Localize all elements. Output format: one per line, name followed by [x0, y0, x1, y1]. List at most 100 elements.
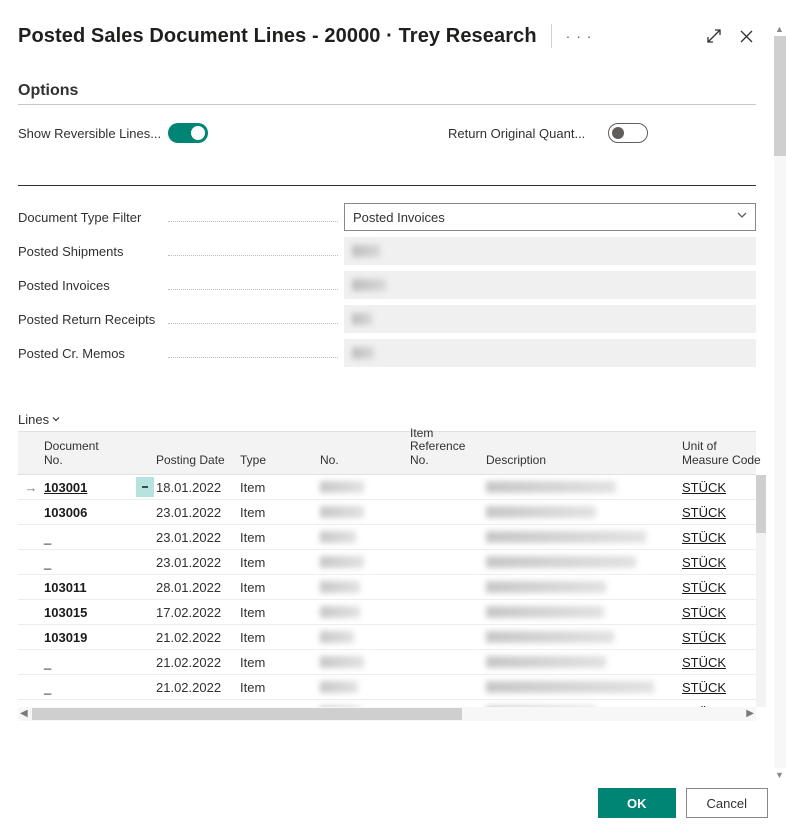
- doc-no-link: _: [44, 530, 51, 545]
- posting-date-cell: 23.01.2022: [156, 555, 240, 570]
- col-no[interactable]: No.: [320, 454, 410, 468]
- lines-grid: DocumentNo. Posting Date Type No. ItemRe…: [18, 431, 756, 721]
- col-type[interactable]: Type: [240, 454, 320, 468]
- table-row[interactable]: 103006 23.01.2022Item STÜCK: [18, 500, 756, 525]
- grid-header: DocumentNo. Posting Date Type No. ItemRe…: [18, 431, 756, 475]
- dotted-leader: [168, 357, 338, 358]
- ok-button[interactable]: OK: [598, 788, 676, 818]
- col-doc-no[interactable]: DocumentNo.: [44, 440, 134, 468]
- doc-no-link[interactable]: 103006: [44, 505, 87, 520]
- description-cell: [486, 581, 682, 593]
- no-cell: [320, 606, 410, 618]
- uom-link[interactable]: STÜCK: [682, 655, 726, 670]
- table-row[interactable]: 103019 21.02.2022Item STÜCK: [18, 625, 756, 650]
- table-row[interactable]: 10301517.02.2022ItemSTÜCK: [18, 600, 756, 625]
- doc-type-filter-label: Document Type Filter: [18, 210, 168, 225]
- row-actions-icon[interactable]: [136, 477, 154, 497]
- col-description[interactable]: Description: [486, 454, 682, 468]
- doc-no-link[interactable]: 103001: [44, 480, 87, 495]
- doc-type-filter-select[interactable]: Posted Invoices: [344, 203, 756, 231]
- table-row[interactable]: 10302325.02.2022ItemSTÜCK: [18, 700, 756, 707]
- scroll-right-icon[interactable]: ▶: [746, 708, 754, 719]
- table-row[interactable]: _23.01.2022ItemSTÜCK: [18, 525, 756, 550]
- type-cell: Item: [240, 580, 320, 595]
- uom-link[interactable]: STÜCK: [682, 680, 726, 695]
- type-cell: Item: [240, 530, 320, 545]
- chevron-down-icon: [736, 209, 748, 224]
- row-pointer-icon: →: [18, 480, 44, 495]
- page-scroll-thumb[interactable]: [774, 36, 786, 156]
- doc-no-link[interactable]: 103015: [44, 605, 87, 620]
- posting-date-cell: 23.01.2022: [156, 505, 240, 520]
- uom-link[interactable]: STÜCK: [682, 555, 726, 570]
- col-uom[interactable]: Unit ofMeasure Code: [682, 440, 766, 468]
- type-cell: Item: [240, 555, 320, 570]
- doc-no-link[interactable]: 103019: [44, 630, 87, 645]
- show-reversible-toggle[interactable]: [168, 123, 208, 143]
- dotted-leader: [168, 289, 338, 290]
- dotted-leader: [168, 323, 338, 324]
- expand-icon[interactable]: [704, 26, 724, 46]
- no-cell: [320, 681, 410, 693]
- no-cell: [320, 531, 410, 543]
- chevron-down-icon[interactable]: [51, 412, 61, 427]
- table-row[interactable]: _23.01.2022ItemSTÜCK: [18, 550, 756, 575]
- page-title: Posted Sales Document Lines - 20000 · Tr…: [18, 25, 537, 48]
- posting-date-cell: 18.01.2022: [156, 480, 240, 495]
- grid-v-thumb[interactable]: [756, 475, 766, 533]
- col-item-ref[interactable]: ItemReferenceNo.: [410, 427, 486, 468]
- uom-link[interactable]: STÜCK: [682, 530, 726, 545]
- scroll-down-icon[interactable]: ▼: [775, 770, 784, 780]
- grid-h-thumb[interactable]: [32, 708, 462, 720]
- col-posting-date[interactable]: Posting Date: [156, 454, 240, 468]
- description-cell: [486, 506, 682, 518]
- posting-date-cell: 21.02.2022: [156, 680, 240, 695]
- dotted-leader: [168, 221, 338, 222]
- posting-date-cell: 21.02.2022: [156, 630, 240, 645]
- posted-cr-value: [344, 339, 756, 367]
- no-cell: [320, 556, 410, 568]
- description-cell: [486, 531, 682, 543]
- table-row[interactable]: _ 21.02.2022Item STÜCK: [18, 675, 756, 700]
- title-separator: [551, 24, 552, 48]
- posted-return-value: [344, 305, 756, 333]
- no-cell: [320, 631, 410, 643]
- more-actions-icon[interactable]: · · ·: [566, 28, 593, 44]
- table-row[interactable]: →103001 18.01.2022Item STÜCK: [18, 475, 756, 500]
- uom-link[interactable]: STÜCK: [682, 580, 726, 595]
- uom-link[interactable]: STÜCK: [682, 605, 726, 620]
- type-cell: Item: [240, 680, 320, 695]
- scroll-up-icon[interactable]: ▲: [775, 24, 784, 34]
- uom-link[interactable]: STÜCK: [682, 630, 726, 645]
- description-cell: [486, 481, 682, 493]
- options-heading: Options: [18, 82, 756, 100]
- uom-link[interactable]: STÜCK: [682, 480, 726, 495]
- uom-link[interactable]: STÜCK: [682, 505, 726, 520]
- description-cell: [486, 656, 682, 668]
- close-icon[interactable]: [736, 26, 756, 46]
- page-scrollbar[interactable]: ▲ ▼: [774, 36, 786, 768]
- return-original-toggle[interactable]: [608, 123, 648, 143]
- cancel-button[interactable]: Cancel: [686, 788, 768, 818]
- show-reversible-label: Show Reversible Lines...: [18, 126, 168, 141]
- scroll-left-icon[interactable]: ◀: [20, 708, 28, 719]
- doc-no-link: _: [44, 680, 51, 695]
- description-cell: [486, 631, 682, 643]
- lines-caption[interactable]: Lines: [18, 412, 49, 427]
- doc-no-link[interactable]: 103011: [44, 580, 87, 595]
- type-cell: Item: [240, 480, 320, 495]
- no-cell: [320, 506, 410, 518]
- posting-date-cell: 21.02.2022: [156, 655, 240, 670]
- grid-v-scrollbar[interactable]: [756, 475, 766, 707]
- description-cell: [486, 556, 682, 568]
- type-cell: Item: [240, 630, 320, 645]
- description-cell: [486, 606, 682, 618]
- no-cell: [320, 656, 410, 668]
- posted-cr-label: Posted Cr. Memos: [18, 346, 168, 361]
- posted-invoices-label: Posted Invoices: [18, 278, 168, 293]
- table-row[interactable]: _21.02.2022ItemSTÜCK: [18, 650, 756, 675]
- table-row[interactable]: 10301128.01.2022ItemSTÜCK: [18, 575, 756, 600]
- type-cell: Item: [240, 505, 320, 520]
- type-cell: Item: [240, 605, 320, 620]
- grid-h-scrollbar[interactable]: ◀ ▶: [18, 707, 756, 721]
